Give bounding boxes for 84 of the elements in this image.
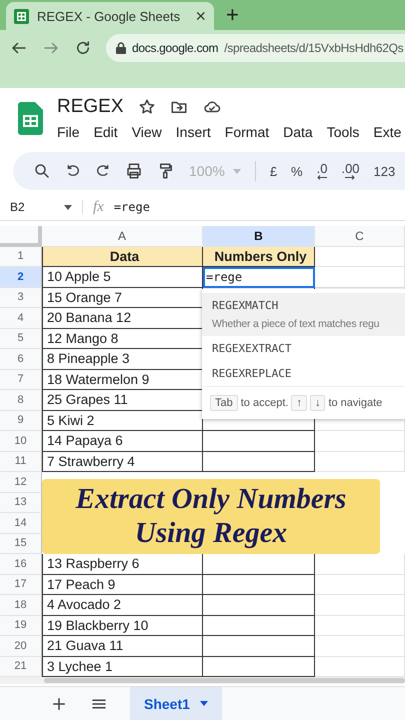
table-cell: 4 Avocado 2 <box>42 595 203 616</box>
caret-icon <box>232 168 241 174</box>
row-number[interactable]: 1 <box>0 246 42 267</box>
address-bar[interactable]: docs.google.com /spreadsheets/d/15VxbHsHdh62Qs <box>106 34 405 62</box>
row-number[interactable]: 6 <box>0 349 42 370</box>
paint-format-icon[interactable] <box>157 162 175 180</box>
menu-item[interactable]: Exte <box>373 124 402 140</box>
column-header[interactable]: B <box>203 226 315 246</box>
lock-icon <box>116 42 126 54</box>
table-cell: 17 Peach 9 <box>42 574 203 595</box>
row-number[interactable]: 9 <box>0 410 42 431</box>
row-number[interactable]: 10 <box>0 431 42 452</box>
column-header[interactable]: C <box>315 226 405 246</box>
key-label: Tab <box>210 395 238 411</box>
new-tab-button[interactable]: + <box>226 2 239 28</box>
row-number[interactable]: 5 <box>0 328 42 349</box>
caret-icon <box>200 701 208 706</box>
search-icon[interactable] <box>33 162 51 180</box>
suggestion-item[interactable]: REGEXMATCH Whether a piece of text matches regu <box>202 293 405 336</box>
row-number[interactable]: 3 <box>0 288 42 308</box>
caret-icon <box>64 204 72 210</box>
menu-item[interactable]: Format <box>224 124 270 140</box>
row-number[interactable]: 21 <box>0 656 42 677</box>
menu-item[interactable]: Edit <box>94 124 118 140</box>
row-number[interactable]: 7 <box>0 370 42 390</box>
sheets-icon <box>14 8 29 24</box>
document-title[interactable]: REGEX <box>57 96 124 118</box>
menu-item[interactable]: Data <box>283 124 313 140</box>
row-number[interactable]: 15 <box>0 534 42 554</box>
cell-editor[interactable]: =rege <box>203 267 315 288</box>
close-button[interactable]: × <box>195 6 206 26</box>
table-cell: 19 Blackberry 10 <box>42 616 203 636</box>
menu-item[interactable]: Insert <box>176 124 211 140</box>
row-number[interactable]: 16 <box>0 554 42 574</box>
row-number[interactable]: 11 <box>0 452 42 472</box>
row-number[interactable]: 2 <box>0 267 42 288</box>
row-number[interactable]: 14 <box>0 513 42 534</box>
banner-text: Using Regex <box>134 516 288 550</box>
format-button[interactable]: .0 <box>316 162 328 180</box>
suggestion-item[interactable]: REGEXEXTRACT <box>202 336 405 361</box>
key-label: ↓ <box>310 395 326 411</box>
table-cell: 14 Papaya 6 <box>42 431 203 452</box>
key-label: ↑ <box>291 395 307 411</box>
formula-input[interactable]: =rege <box>114 200 150 214</box>
row-number[interactable]: 18 <box>0 595 42 616</box>
format-button[interactable]: 123 <box>374 164 396 178</box>
banner-text: Extract Only Numbers <box>76 483 346 516</box>
row-number[interactable]: 13 <box>0 492 42 513</box>
row-number[interactable]: 20 <box>0 636 42 656</box>
browser-tab[interactable]: REGEX - Google Sheets × <box>6 2 214 30</box>
table-cell: 7 Strawberry 4 <box>42 452 203 472</box>
redo-icon[interactable] <box>95 163 111 179</box>
sheets-logo[interactable] <box>18 102 43 135</box>
column-header[interactable]: A <box>42 226 203 246</box>
row-number[interactable]: 8 <box>0 390 42 410</box>
print-icon[interactable] <box>125 162 143 180</box>
table-cell: 5 Kiwi 2 <box>42 410 203 431</box>
reload-icon[interactable] <box>74 39 92 57</box>
row-number[interactable]: 17 <box>0 574 42 595</box>
undo-icon[interactable] <box>65 163 81 179</box>
row-number[interactable]: 4 <box>0 308 42 328</box>
row-number[interactable]: 19 <box>0 616 42 636</box>
row-number[interactable]: 12 <box>0 472 42 492</box>
table-cell: 10 Apple 5 <box>42 267 203 288</box>
menu-item[interactable]: Tools <box>326 124 360 140</box>
function-label: fx <box>93 198 104 216</box>
column-heading: Numbers Only <box>203 246 315 267</box>
sheet-tab[interactable]: Sheet1 <box>130 687 222 720</box>
name-box[interactable]: B2 <box>10 200 83 214</box>
tab-title: REGEX - Google Sheets <box>37 8 182 24</box>
format-button[interactable]: % <box>291 164 303 178</box>
right-arrow-icon <box>345 175 356 180</box>
menu-item[interactable]: View <box>132 124 162 140</box>
menu-item[interactable]: File <box>57 124 80 140</box>
format-button[interactable]: £ <box>270 164 278 178</box>
hint-text: to navigate <box>328 397 382 409</box>
star-icon[interactable] <box>138 98 156 116</box>
suggestion-item[interactable]: REGEXREPLACE <box>202 361 405 386</box>
table-cell: 21 Guava 11 <box>42 636 203 656</box>
column-heading: Data <box>42 246 203 267</box>
hint-text: to accept. <box>240 397 288 409</box>
format-button[interactable]: .00 <box>341 162 360 180</box>
left-arrow-icon <box>317 175 328 180</box>
scrollbar-thumb[interactable] <box>44 678 405 683</box>
